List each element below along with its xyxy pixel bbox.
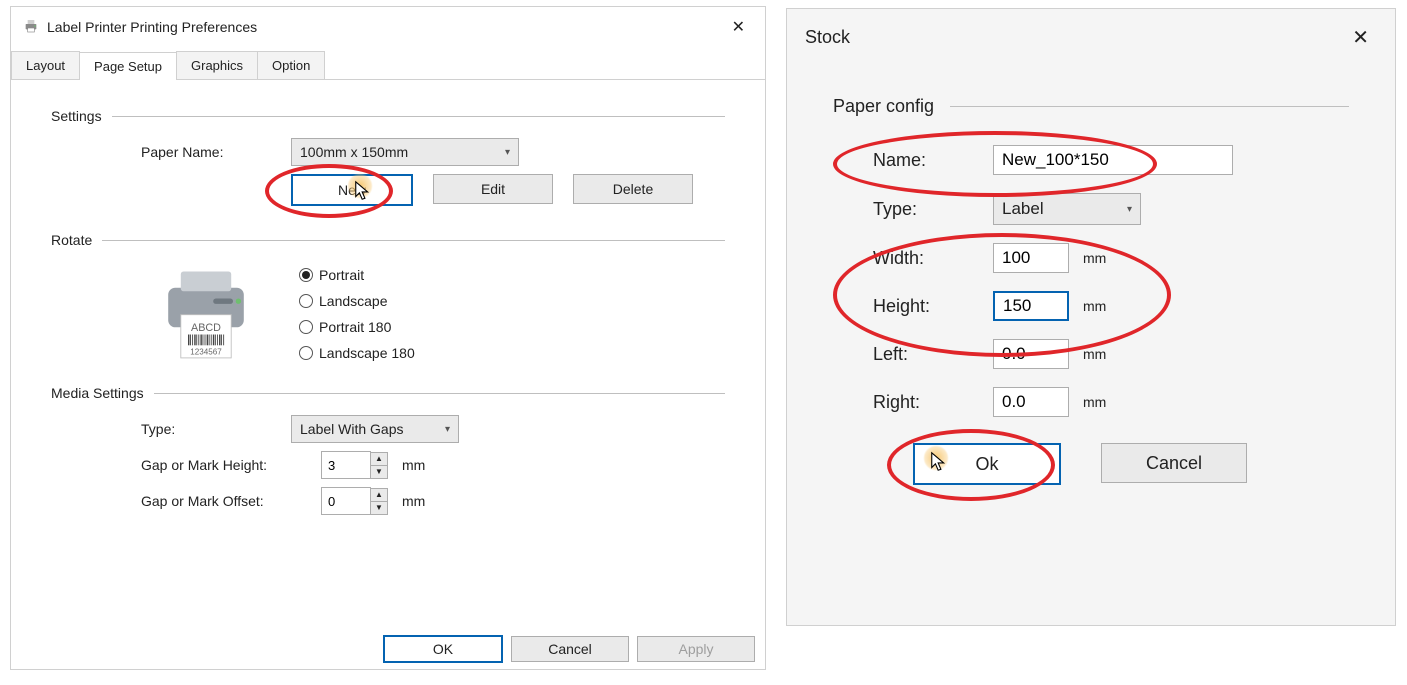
orientation-radio-portrait[interactable]: Portrait [299, 267, 415, 283]
close-icon[interactable]: ✕ [1344, 23, 1377, 52]
gap-offset-label: Gap or Mark Offset: [141, 493, 321, 509]
ok-button[interactable]: OK [383, 635, 503, 663]
spin-down-icon[interactable]: ▼ [371, 502, 387, 514]
delete-button[interactable]: Delete [573, 174, 693, 204]
gap-offset-input[interactable] [321, 487, 371, 515]
tab-layout[interactable]: Layout [11, 51, 80, 79]
printer-illustration: ABCD 1234567 [161, 262, 251, 365]
unit-mm: mm [1083, 250, 1106, 266]
unit-mm: mm [402, 493, 425, 509]
ok-button[interactable]: Ok [913, 443, 1061, 485]
edit-button[interactable]: Edit [433, 174, 553, 204]
gap-height-spinner[interactable]: ▲▼ [321, 451, 388, 479]
width-input[interactable] [993, 243, 1069, 273]
svg-text:1234567: 1234567 [190, 347, 222, 356]
media-type-label: Type: [141, 421, 291, 437]
gap-height-input[interactable] [321, 451, 371, 479]
orientation-radio-landscape-180[interactable]: Landscape 180 [299, 345, 415, 361]
gap-offset-spinner[interactable]: ▲▼ [321, 487, 388, 515]
radio-icon [299, 294, 313, 308]
type-label: Type: [873, 199, 993, 220]
tabs: LayoutPage SetupGraphicsOption [11, 51, 765, 80]
name-label: Name: [873, 150, 993, 171]
paper-name-value: 100mm x 150mm [300, 144, 408, 160]
apply-button: Apply [637, 636, 755, 662]
stock-window: Stock ✕ Paper config Name: Type: Label ▾… [786, 8, 1396, 626]
type-select[interactable]: Label ▾ [993, 193, 1141, 225]
svg-text:ABCD: ABCD [191, 322, 221, 334]
spin-down-icon[interactable]: ▼ [371, 466, 387, 478]
window-title: Label Printer Printing Preferences [47, 19, 724, 35]
media-section-label: Media Settings [51, 385, 144, 401]
printing-preferences-window: Label Printer Printing Preferences ✕ Lay… [10, 6, 766, 670]
new-button[interactable]: New [291, 174, 413, 206]
orientation-group: Portrait Landscape Portrait 180 Landscape 1… [299, 267, 415, 361]
unit-mm: mm [402, 457, 425, 473]
right-offset-input[interactable] [993, 387, 1069, 417]
unit-mm: mm [1083, 346, 1106, 362]
cancel-button[interactable]: Cancel [511, 636, 629, 662]
type-value: Label [1002, 199, 1044, 219]
width-label: Width: [873, 248, 993, 269]
unit-mm: mm [1083, 298, 1106, 314]
radio-icon [299, 320, 313, 334]
tab-graphics[interactable]: Graphics [176, 51, 258, 79]
media-type-value: Label With Gaps [300, 421, 404, 437]
rotate-section-label: Rotate [51, 232, 92, 248]
spin-up-icon[interactable]: ▲ [371, 489, 387, 502]
height-label: Height: [873, 296, 993, 317]
chevron-down-icon: ▾ [1127, 204, 1132, 215]
unit-mm: mm [1083, 394, 1106, 410]
orientation-radio-portrait-180[interactable]: Portrait 180 [299, 319, 415, 335]
close-icon[interactable]: ✕ [724, 15, 753, 39]
orientation-radio-landscape[interactable]: Landscape [299, 293, 415, 309]
gap-height-label: Gap or Mark Height: [141, 457, 321, 473]
chevron-down-icon: ▾ [505, 147, 510, 158]
spin-up-icon[interactable]: ▲ [371, 453, 387, 466]
paper-name-select[interactable]: 100mm x 150mm ▾ [291, 138, 519, 166]
paper-name-label: Paper Name: [141, 144, 291, 160]
height-input[interactable] [993, 291, 1069, 321]
paper-config-section-label: Paper config [833, 96, 934, 117]
window-title: Stock [805, 27, 1344, 48]
radio-icon [299, 346, 313, 360]
media-type-select[interactable]: Label With Gaps ▾ [291, 415, 459, 443]
printer-icon [23, 18, 39, 37]
titlebar: Stock ✕ [787, 9, 1395, 66]
radio-icon [299, 268, 313, 282]
tab-option[interactable]: Option [257, 51, 325, 79]
right-offset-label: Right: [873, 392, 993, 413]
dialog-footer: OK Cancel Apply [383, 635, 755, 663]
left-offset-input[interactable] [993, 339, 1069, 369]
left-offset-label: Left: [873, 344, 993, 365]
tab-page-setup[interactable]: Page Setup [79, 52, 177, 80]
settings-section-label: Settings [51, 108, 102, 124]
cancel-button[interactable]: Cancel [1101, 443, 1247, 483]
chevron-down-icon: ▾ [445, 424, 450, 435]
titlebar: Label Printer Printing Preferences ✕ [11, 7, 765, 47]
name-input[interactable] [993, 145, 1233, 175]
